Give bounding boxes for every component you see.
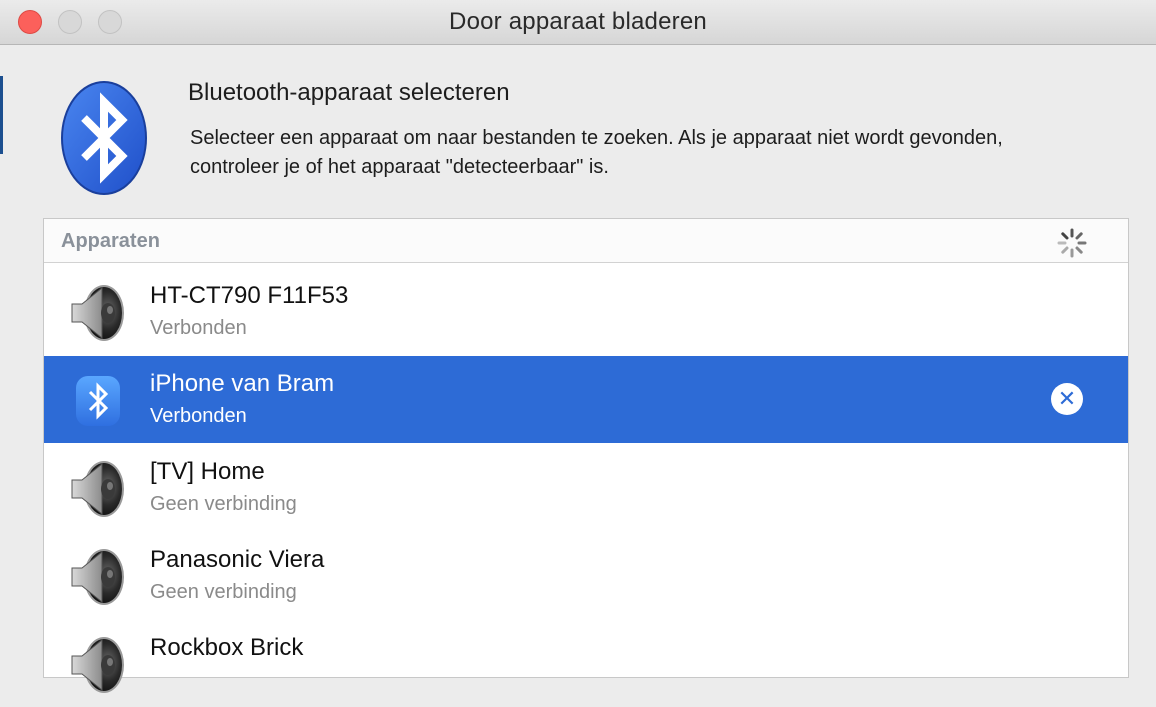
bluetooth-logo-icon bbox=[61, 81, 147, 195]
section-description: Selecteer een apparaat om naar bestanden… bbox=[190, 127, 1003, 178]
list-header-label: Apparaten bbox=[61, 230, 160, 252]
speaker-icon bbox=[68, 634, 128, 696]
device-row-panasonic-viera[interactable]: Panasonic Viera Geen verbinding bbox=[44, 532, 1128, 619]
disconnect-button[interactable]: ✕ bbox=[1051, 383, 1083, 415]
background-window-edge bbox=[0, 76, 3, 154]
close-icon: ✕ bbox=[1057, 386, 1077, 411]
section-heading: Bluetooth-apparaat selecteren bbox=[188, 79, 510, 106]
device-row-ht-ct790[interactable]: HT-CT790 F11F53 Verbonden bbox=[44, 268, 1128, 355]
speaker-icon bbox=[68, 458, 128, 520]
speaker-icon bbox=[68, 282, 128, 344]
device-name: [TV] Home bbox=[150, 458, 265, 485]
speaker-icon bbox=[68, 546, 128, 608]
device-status: Geen verbinding bbox=[150, 581, 297, 603]
device-row-tv-home[interactable]: [TV] Home Geen verbinding bbox=[44, 444, 1128, 531]
device-name: Rockbox Brick bbox=[150, 634, 304, 661]
device-name: Panasonic Viera bbox=[150, 546, 325, 573]
device-list[interactable]: Apparaten HT-CT790 F11F53 Verbonden iPho… bbox=[43, 218, 1129, 678]
window-title: Door apparaat bladeren bbox=[449, 8, 707, 35]
device-status: Geen verbinding bbox=[150, 493, 297, 515]
title-bar: Door apparaat bladeren bbox=[0, 0, 1156, 45]
device-status: Verbonden bbox=[150, 405, 247, 427]
device-status: Verbonden bbox=[150, 317, 247, 339]
device-name: HT-CT790 F11F53 bbox=[150, 282, 349, 309]
device-row-rockbox-brick[interactable]: Rockbox Brick bbox=[44, 620, 1128, 707]
device-name: iPhone van Bram bbox=[150, 370, 335, 397]
list-header: Apparaten bbox=[44, 219, 1128, 263]
loading-spinner-icon bbox=[1057, 228, 1087, 258]
device-row-iphone-van-bram[interactable]: iPhone van Bram Verbonden ✕ bbox=[44, 356, 1128, 443]
bluetooth-icon bbox=[76, 376, 120, 426]
